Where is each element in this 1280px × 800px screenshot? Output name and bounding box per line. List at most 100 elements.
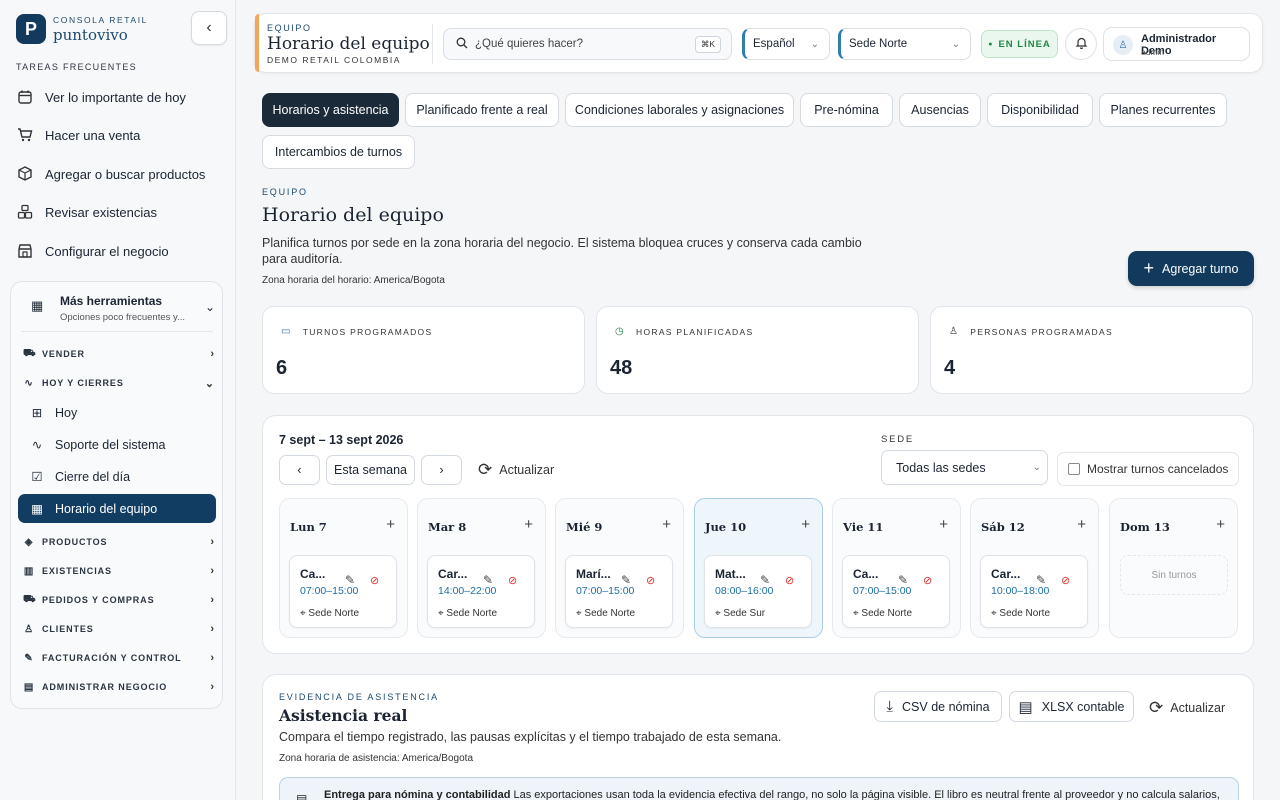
day-label: Mié 9 xyxy=(566,520,603,534)
shift-location: ⌖ Sede Sur xyxy=(715,608,765,619)
shift-location: ⌖ Sede Norte xyxy=(853,608,912,619)
bell-icon xyxy=(1075,36,1088,52)
sidebar-group-billing[interactable]: ✎ FACTURACIÓN Y CONTROL › xyxy=(23,648,215,668)
refresh-attendance-button[interactable]: ⟳ Actualizar xyxy=(1149,698,1225,718)
add-shift-button[interactable]: + Agregar turno xyxy=(1128,251,1254,286)
sidebar-item-support[interactable]: ∿ Soporte del sistema xyxy=(18,430,216,459)
language-select[interactable]: Español ⌄ xyxy=(742,28,830,60)
tab-pre-payroll[interactable]: Pre-nómina xyxy=(800,93,893,127)
more-tools-title: Más herramientas xyxy=(60,294,163,308)
sidebar-item-close-day[interactable]: ☑ Cierre del día xyxy=(18,462,216,491)
cancel-icon[interactable]: ⊘ xyxy=(1061,574,1070,587)
day-column: Mar 8 + Car... ✎ ⊘ 14:00–22:00 ⌖ Sede Nor… xyxy=(417,498,546,638)
shift-card[interactable]: Ca... ✎ ⊘ 07:00–15:00 ⌖ Sede Norte xyxy=(842,555,950,628)
more-tools-toggle[interactable]: ▦ Más herramientas Opciones poco frecuen… xyxy=(21,290,215,332)
sidebar-group-stock[interactable]: ▥ EXISTENCIAS › xyxy=(23,561,215,581)
cancel-icon[interactable]: ⊘ xyxy=(370,574,379,587)
this-week-button[interactable]: Esta semana xyxy=(326,455,415,485)
add-shift-day-button[interactable]: + xyxy=(1216,516,1225,533)
add-shift-day-button[interactable]: + xyxy=(939,516,948,533)
tab-availability[interactable]: Disponibilidad xyxy=(987,93,1093,127)
shift-card[interactable]: Car... ✎ ⊘ 10:00–18:00 ⌖ Sede Norte xyxy=(980,555,1088,628)
topbar-eyebrow: EQUIPO xyxy=(267,23,312,33)
group-label: VENDER xyxy=(42,349,85,359)
shift-employee: Ca... xyxy=(300,567,326,581)
shift-card[interactable]: Ca... ✎ ⊘ 07:00–15:00 ⌖ Sede Norte xyxy=(289,555,397,628)
sidebar-item-label: Cierre del día xyxy=(55,469,131,484)
box-search-icon xyxy=(16,165,34,183)
sidebar-item-today-highlights[interactable]: Ver lo importante de hoy xyxy=(16,82,226,112)
add-shift-day-button[interactable]: + xyxy=(386,516,395,533)
refresh-icon: ⟳ xyxy=(478,460,493,479)
chevron-right-icon: › xyxy=(439,463,444,477)
tab-planned-vs-actual[interactable]: Planificado frente a real xyxy=(405,93,559,127)
tab-absences[interactable]: Ausencias xyxy=(899,93,981,127)
sidebar-group-products[interactable]: ◈ PRODUCTOS › xyxy=(23,532,215,552)
tab-labor-conditions[interactable]: Condiciones laborales y asignaciones xyxy=(565,93,794,127)
more-tools-panel: ▦ Más herramientas Opciones poco frecuen… xyxy=(10,281,223,709)
cancel-icon[interactable]: ⊘ xyxy=(508,574,517,587)
notifications-button[interactable] xyxy=(1065,28,1097,60)
sidebar-item-settings[interactable]: Configurar el negocio xyxy=(16,236,226,266)
status-text: EN LÍNEA xyxy=(998,38,1051,50)
collapse-sidebar-button[interactable]: ‹ xyxy=(191,11,227,45)
sidebar-item-label: Horario del equipo xyxy=(55,501,158,516)
checkbox-box[interactable] xyxy=(1068,463,1080,475)
status-badge: ● EN LÍNEA xyxy=(981,30,1058,58)
previous-week-button[interactable]: ‹ xyxy=(279,455,320,485)
grid-icon: ▦ xyxy=(31,298,44,313)
add-shift-day-button[interactable]: + xyxy=(524,516,533,533)
sidebar-item-label: Revisar existencias xyxy=(45,204,157,220)
weekly-schedule: 7 sept – 13 sept 2026 ‹ Esta semana › ⟳ A… xyxy=(262,415,1254,654)
shift-card[interactable]: Marí... ✎ ⊘ 07:00–15:00 ⌖ Sede Norte xyxy=(565,555,673,628)
shift-location: ⌖ Sede Norte xyxy=(438,608,497,619)
shift-employee: Ca... xyxy=(853,567,879,581)
cancel-icon[interactable]: ⊘ xyxy=(646,574,655,587)
branch-filter-select[interactable]: Todas las sedes ⌄ xyxy=(881,450,1048,485)
branch-select[interactable]: Sede Norte ⌄ xyxy=(838,28,971,60)
chevron-right-icon: › xyxy=(210,623,215,635)
tab-recurring-plans[interactable]: Planes recurrentes xyxy=(1099,93,1227,127)
sidebar-group-today[interactable]: ∿ HOY Y CIERRES ⌄ xyxy=(23,373,215,393)
branch-value: Sede Norte xyxy=(849,38,908,50)
add-shift-day-button[interactable]: + xyxy=(1077,516,1086,533)
next-week-button[interactable]: › xyxy=(421,455,462,485)
tab-schedules-attendance[interactable]: Horarios y asistencia xyxy=(262,93,399,127)
cancel-icon[interactable]: ⊘ xyxy=(785,574,794,587)
shift-card[interactable]: Car... ✎ ⊘ 14:00–22:00 ⌖ Sede Norte xyxy=(427,555,535,628)
sidebar-group-sell[interactable]: ⛟ VENDER › xyxy=(23,344,215,364)
export-csv-button[interactable]: ⤓ CSV de nómina xyxy=(874,691,1002,722)
add-shift-day-button[interactable]: + xyxy=(662,516,671,533)
grid-icon: ⊞ xyxy=(31,406,43,420)
tab-shift-swaps[interactable]: Intercambios de turnos xyxy=(262,135,415,169)
sidebar-item-products[interactable]: Agregar o buscar productos xyxy=(16,159,226,189)
brand-label: CONSOLA RETAIL xyxy=(53,15,148,25)
sidebar-group-orders[interactable]: ⛟ PEDIDOS Y COMPRAS › xyxy=(23,590,215,610)
sidebar-item-team-schedule[interactable]: ▦ Horario del equipo xyxy=(18,494,216,523)
add-shift-day-button[interactable]: + xyxy=(801,516,810,533)
group-label: HOY Y CIERRES xyxy=(42,378,124,388)
sidebar-item-make-sale[interactable]: Hacer una venta xyxy=(16,120,226,150)
chevron-left-icon: ‹ xyxy=(297,463,302,477)
sidebar-group-customers[interactable]: ♙ CLIENTES › xyxy=(23,619,215,639)
brand-logo[interactable]: P xyxy=(16,14,46,44)
cancel-icon[interactable]: ⊘ xyxy=(923,574,932,587)
shift-location: ⌖ Sede Norte xyxy=(576,608,635,619)
show-cancelled-checkbox[interactable]: Mostrar turnos cancelados xyxy=(1057,452,1239,486)
calendar-icon xyxy=(16,88,34,106)
truck-icon: ⛟ xyxy=(23,593,37,605)
refresh-schedule-button[interactable]: ⟳ Actualizar xyxy=(478,460,554,480)
command-search-input[interactable]: ¿Qué quieres hacer? ⌘K xyxy=(443,28,732,60)
user-menu[interactable]: ♙ Administrador Demo admin xyxy=(1103,27,1250,61)
clipboard-icon: ☑ xyxy=(31,470,43,484)
sidebar-item-stock[interactable]: Revisar existencias xyxy=(16,197,226,227)
sidebar-group-admin[interactable]: ▤ ADMINISTRAR NEGOCIO › xyxy=(23,677,215,697)
search-placeholder: ¿Qué quieres hacer? xyxy=(475,38,584,50)
shift-card[interactable]: Mat... ✎ ⊘ 08:00–16:00 ⌖ Sede Sur xyxy=(704,555,812,628)
pin-icon: ⌖ xyxy=(438,608,444,619)
export-xlsx-button[interactable]: ▤ XLSX contable xyxy=(1009,691,1134,722)
activity-icon: ∿ xyxy=(24,377,34,389)
stat-value: 48 xyxy=(610,357,633,379)
divider xyxy=(432,24,433,64)
sidebar-item-hoy[interactable]: ⊞ Hoy xyxy=(18,398,216,427)
